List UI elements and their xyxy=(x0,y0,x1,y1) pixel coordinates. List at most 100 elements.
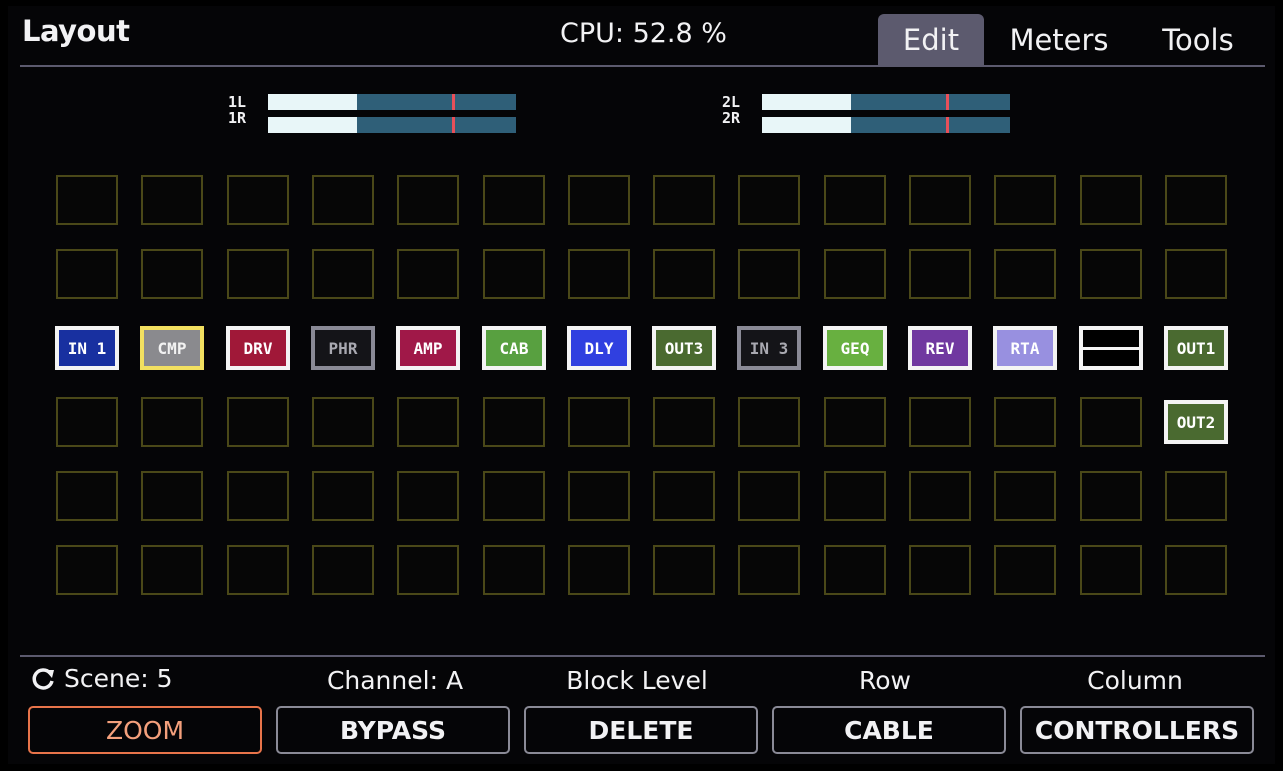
grid-cell[interactable] xyxy=(1080,249,1142,299)
grid-cell[interactable] xyxy=(568,175,630,225)
tab-edit[interactable]: Edit xyxy=(878,14,984,66)
grid-cell[interactable] xyxy=(738,397,800,447)
grid-cell[interactable] xyxy=(653,471,715,521)
grid-cell[interactable] xyxy=(397,249,459,299)
block-phr[interactable]: PHR xyxy=(311,326,375,370)
bypass-button[interactable]: BYPASS xyxy=(276,706,510,754)
block-out3[interactable]: OUT3 xyxy=(652,326,716,370)
grid-cell[interactable] xyxy=(483,175,545,225)
grid-cell[interactable] xyxy=(56,545,118,595)
grid-cell[interactable] xyxy=(397,397,459,447)
zoom-button[interactable]: ZOOM xyxy=(28,706,262,754)
grid-cell[interactable] xyxy=(56,249,118,299)
grid-cell[interactable] xyxy=(1165,175,1227,225)
grid-cell[interactable] xyxy=(227,175,289,225)
grid-cell[interactable] xyxy=(397,471,459,521)
block-drv[interactable]: DRV xyxy=(226,326,290,370)
grid-cell[interactable] xyxy=(483,545,545,595)
block-cmp[interactable]: CMP xyxy=(140,326,204,370)
grid-cell[interactable] xyxy=(56,175,118,225)
block-out2[interactable]: OUT2 xyxy=(1164,400,1228,444)
grid-cell[interactable] xyxy=(909,175,971,225)
grid-cell[interactable] xyxy=(994,471,1056,521)
grid-cell[interactable] xyxy=(397,175,459,225)
grid-cell[interactable] xyxy=(483,397,545,447)
grid-cell[interactable] xyxy=(994,397,1056,447)
grid-cell[interactable] xyxy=(568,249,630,299)
grid-cell[interactable] xyxy=(909,397,971,447)
grid-cell[interactable] xyxy=(824,397,886,447)
grid-cell[interactable] xyxy=(1080,545,1142,595)
grid-cell[interactable] xyxy=(909,249,971,299)
grid-cell[interactable] xyxy=(312,471,374,521)
grid-cell[interactable] xyxy=(738,471,800,521)
grid-cell[interactable] xyxy=(1080,175,1142,225)
grid-cell[interactable] xyxy=(483,471,545,521)
block-amp[interactable]: AMP xyxy=(396,326,460,370)
grid-cell[interactable] xyxy=(227,397,289,447)
grid-cell[interactable] xyxy=(141,397,203,447)
grid-cell[interactable] xyxy=(1165,471,1227,521)
grid-cell[interactable] xyxy=(141,249,203,299)
grid-cell[interactable] xyxy=(568,545,630,595)
scene-indicator[interactable]: Scene: 5 xyxy=(30,664,173,693)
grid-cell[interactable] xyxy=(1080,397,1142,447)
grid-cell[interactable] xyxy=(994,249,1056,299)
grid-cell[interactable] xyxy=(824,545,886,595)
grid-cell[interactable] xyxy=(738,249,800,299)
grid-cell[interactable] xyxy=(56,397,118,447)
grid-cell[interactable] xyxy=(312,249,374,299)
grid-cell[interactable] xyxy=(227,471,289,521)
block-in3[interactable]: IN 3 xyxy=(737,326,801,370)
grid-cell[interactable] xyxy=(909,545,971,595)
grid-cell[interactable] xyxy=(397,545,459,595)
delete-button[interactable]: DELETE xyxy=(524,706,758,754)
grid-cell[interactable] xyxy=(1165,545,1227,595)
grid-cell[interactable] xyxy=(312,175,374,225)
meter-peak xyxy=(452,117,455,133)
grid-cell[interactable] xyxy=(483,249,545,299)
block-out1[interactable]: OUT1 xyxy=(1164,326,1228,370)
controllers-button[interactable]: CONTROLLERS xyxy=(1020,706,1254,754)
grid-cell[interactable] xyxy=(312,545,374,595)
grid-cell[interactable] xyxy=(568,471,630,521)
grid-cell[interactable] xyxy=(653,545,715,595)
grid-cell[interactable] xyxy=(312,397,374,447)
grid-cell[interactable] xyxy=(1165,249,1227,299)
tab-tools[interactable]: Tools xyxy=(1150,14,1246,66)
grid-cell[interactable] xyxy=(824,175,886,225)
grid-cell[interactable] xyxy=(227,249,289,299)
grid-cell[interactable] xyxy=(653,175,715,225)
grid-cell[interactable] xyxy=(141,175,203,225)
grid-cell[interactable] xyxy=(653,397,715,447)
shunt-block[interactable] xyxy=(1079,326,1143,370)
grid-cell[interactable] xyxy=(1080,471,1142,521)
grid-cell[interactable] xyxy=(141,471,203,521)
block-rev[interactable]: REV xyxy=(908,326,972,370)
grid-cell[interactable] xyxy=(824,471,886,521)
grid-cell[interactable] xyxy=(653,249,715,299)
block-rta[interactable]: RTA xyxy=(993,326,1057,370)
block-geq[interactable]: GEQ xyxy=(823,326,887,370)
tab-meters[interactable]: Meters xyxy=(998,14,1120,66)
grid-cell[interactable] xyxy=(568,397,630,447)
grid-cell[interactable] xyxy=(824,249,886,299)
grid-cell[interactable] xyxy=(738,545,800,595)
meter-1l xyxy=(268,94,516,110)
cable-button[interactable]: CABLE xyxy=(772,706,1006,754)
block-in1[interactable]: IN 1 xyxy=(55,326,119,370)
shunt-line xyxy=(1083,346,1139,350)
row-label: Row xyxy=(859,666,911,695)
channel-label: Channel: A xyxy=(326,666,464,695)
grid-cell[interactable] xyxy=(141,545,203,595)
grid-cell[interactable] xyxy=(909,471,971,521)
cycle-arrow-icon xyxy=(32,667,54,690)
block-cab[interactable]: CAB xyxy=(482,326,546,370)
grid-cell[interactable] xyxy=(227,545,289,595)
grid-cell[interactable] xyxy=(56,471,118,521)
block-dly[interactable]: DLY xyxy=(567,326,631,370)
grid-cell[interactable] xyxy=(738,175,800,225)
meter-fill xyxy=(268,94,357,110)
grid-cell[interactable] xyxy=(994,175,1056,225)
grid-cell[interactable] xyxy=(994,545,1056,595)
